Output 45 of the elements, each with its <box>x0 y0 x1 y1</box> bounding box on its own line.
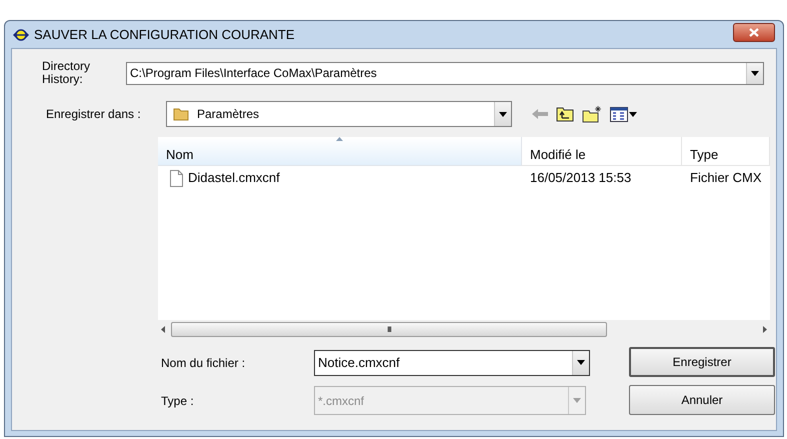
dropdown-caret-icon <box>751 70 759 76</box>
file-name-value: Notice.cmxcnf <box>317 354 401 372</box>
close-icon <box>749 28 759 37</box>
column-header-label: Type <box>690 146 720 164</box>
column-header-label: Modifié le <box>530 146 587 164</box>
file-name-label: Nom du fichier : <box>161 354 246 372</box>
scroll-right-icon[interactable] <box>763 326 767 333</box>
folder-icon <box>173 106 189 122</box>
column-header[interactable]: Nom <box>158 137 522 166</box>
new-folder-icon[interactable] <box>582 106 602 122</box>
directory-history-label: Directory History: <box>42 60 92 86</box>
save-in-value: Paramètres <box>196 106 260 123</box>
up-folder-icon[interactable] <box>556 106 574 122</box>
dropdown-caret-icon <box>499 112 507 116</box>
save-in-label: Enregistrer dans : <box>46 106 142 123</box>
save-in-combobox[interactable]: Paramètres <box>166 101 512 127</box>
file-name-combobox[interactable]: Notice.cmxcnf <box>314 350 590 376</box>
directory-history-combobox[interactable]: C:\Program Files\Interface CoMax\Paramètres <box>126 62 764 84</box>
file-type-value: *.cmxcnf <box>317 392 366 410</box>
scroll-grip: III <box>387 326 391 334</box>
dropdown-button[interactable] <box>494 102 511 126</box>
window-title: SAUVER LA CONFIGURATION COURANTE <box>34 26 295 44</box>
dropdown-caret-icon <box>577 360 585 365</box>
file-type-label: Type : <box>161 392 195 410</box>
column-header-label: Nom <box>166 146 194 164</box>
dropdown-button[interactable] <box>746 62 763 84</box>
directory-history-value: C:\Program Files\Interface CoMax\Paramètres <box>129 65 378 82</box>
dialog-button[interactable]: Annuler <box>629 385 775 415</box>
dropdown-caret-icon <box>573 398 581 403</box>
scroll-left-icon[interactable] <box>161 326 165 333</box>
file-icon <box>170 170 183 186</box>
dropdown-caret-icon <box>629 112 637 116</box>
file-name-cell[interactable]: Didastel.cmxcnf <box>188 168 280 188</box>
sort-arrow-icon <box>336 137 343 141</box>
app-logo-icon <box>13 28 29 40</box>
file-type-cell-text: Fichier CMX <box>689 169 763 188</box>
dialog-button[interactable]: Enregistrer <box>629 347 775 377</box>
modified-date-cell-text: 16/05/2013 15:53 <box>529 169 632 188</box>
view-menu-icon[interactable] <box>610 106 628 122</box>
column-header[interactable]: Modifié le <box>522 137 682 166</box>
dropdown-button[interactable] <box>572 350 589 374</box>
horizontal-scrollbar[interactable]: III <box>158 320 770 339</box>
close-button[interactable] <box>733 23 775 42</box>
column-header[interactable]: Type <box>682 137 770 166</box>
scroll-thumb[interactable]: III <box>171 322 607 337</box>
